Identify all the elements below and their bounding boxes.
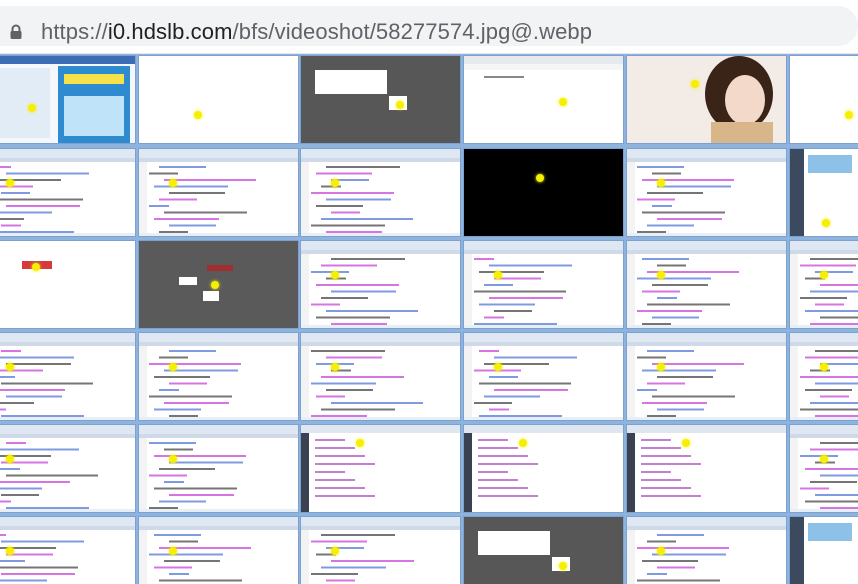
thumbnail-web-ad [0, 55, 136, 144]
thumbnail-code [463, 240, 624, 329]
video-screenshot-grid [0, 54, 858, 584]
thumbnail-blank [138, 55, 299, 144]
cursor-highlight-icon [657, 271, 665, 279]
cursor-highlight-icon [6, 179, 14, 187]
cursor-highlight-icon [820, 455, 828, 463]
thumbnail-code [626, 148, 787, 237]
cursor-highlight-icon [519, 439, 527, 447]
cursor-highlight-icon [356, 439, 364, 447]
cursor-highlight-icon [820, 271, 828, 279]
thumbnail-devtools [300, 424, 461, 513]
thumbnail-black [463, 148, 624, 237]
cursor-highlight-icon [169, 455, 177, 463]
thumbnail-portrait [626, 55, 787, 144]
cursor-highlight-icon [822, 219, 830, 227]
thumbnail-code [789, 424, 858, 513]
thumbnail-browser [463, 55, 624, 144]
thumbnail-code [0, 424, 136, 513]
cursor-highlight-icon [494, 363, 502, 371]
lock-icon[interactable] [9, 24, 23, 44]
cursor-highlight-icon [494, 271, 502, 279]
thumbnail-code [300, 148, 461, 237]
thumbnail-code [789, 332, 858, 421]
thumbnail-code [138, 332, 299, 421]
cursor-highlight-icon [169, 179, 177, 187]
cursor-highlight-icon [32, 263, 40, 271]
thumbnail-dark-dialog [463, 516, 624, 584]
cursor-highlight-icon [331, 547, 339, 555]
cursor-highlight-icon [682, 439, 690, 447]
thumbnail-code [138, 148, 299, 237]
thumbnail-code [138, 516, 299, 584]
thumbnail-devtools [463, 424, 624, 513]
thumbnail-blank [789, 55, 858, 144]
cursor-highlight-icon [845, 111, 853, 119]
thumbnail-code [0, 516, 136, 584]
browser-address-bar: https://i0.hdslb.com/bfs/videoshot/58277… [0, 0, 858, 54]
thumbnail-sidebar-app [789, 516, 858, 584]
thumbnail-code [300, 516, 461, 584]
cursor-highlight-icon [657, 179, 665, 187]
cursor-highlight-icon [6, 455, 14, 463]
thumbnail-baidu [0, 240, 136, 329]
cursor-highlight-icon [691, 80, 699, 88]
thumbnail-dark-dialog [300, 55, 461, 144]
cursor-highlight-icon [6, 547, 14, 555]
thumbnail-dark-baidu [138, 240, 299, 329]
url-text[interactable]: https://i0.hdslb.com/bfs/videoshot/58277… [41, 19, 592, 45]
thumbnail-code [0, 332, 136, 421]
thumbnail-code [626, 240, 787, 329]
cursor-highlight-icon [536, 174, 544, 182]
cursor-highlight-icon [331, 179, 339, 187]
cursor-highlight-icon [559, 562, 567, 570]
thumbnail-code [300, 240, 461, 329]
cursor-highlight-icon [331, 271, 339, 279]
thumbnail-devtools [626, 424, 787, 513]
cursor-highlight-icon [559, 98, 567, 106]
thumbnail-code [789, 240, 858, 329]
cursor-highlight-icon [28, 104, 36, 112]
cursor-highlight-icon [657, 363, 665, 371]
cursor-highlight-icon [194, 111, 202, 119]
thumbnail-code [626, 516, 787, 584]
thumbnail-code [626, 332, 787, 421]
cursor-highlight-icon [396, 101, 404, 109]
url-host: i0.hdslb.com [107, 19, 233, 44]
cursor-highlight-icon [169, 363, 177, 371]
cursor-highlight-icon [331, 363, 339, 371]
thumbnail-code [0, 148, 136, 237]
thumbnail-sidebar-app [789, 148, 858, 237]
thumbnail-code [300, 332, 461, 421]
url-field[interactable]: https://i0.hdslb.com/bfs/videoshot/58277… [0, 6, 858, 46]
cursor-highlight-icon [169, 547, 177, 555]
url-path: /bfs/videoshot/58277574.jpg@.webp [232, 19, 593, 44]
cursor-highlight-icon [6, 363, 14, 371]
url-scheme: https:// [41, 19, 108, 44]
cursor-highlight-icon [657, 547, 665, 555]
thumbnail-code [463, 332, 624, 421]
thumbnail-code [138, 424, 299, 513]
cursor-highlight-icon [211, 281, 219, 289]
cursor-highlight-icon [820, 363, 828, 371]
